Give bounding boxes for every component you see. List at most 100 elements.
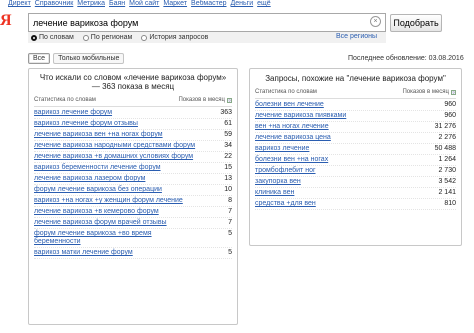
impressions-count: 15 [224,164,232,171]
nav-link-money[interactable]: Деньги [231,0,254,8]
impressions-count: 2 141 [438,189,456,196]
column-headers: Статистика по словам Показов в месяц ? [34,97,232,107]
table-row: варикоз лечение форум отзывы 61 [34,119,232,130]
nav-link-metrika[interactable]: Метрика [77,0,105,8]
impressions-count: 31 276 [434,123,456,130]
table-row: лечение варикоза +в кемерово форум 7 [34,207,232,218]
clear-icon[interactable]: × [370,16,381,27]
column-header-count-wrap: Показов в месяц ? [178,97,232,103]
nav-link-my-site[interactable]: Мой сайт [129,0,159,8]
nav-link-direct[interactable]: Директ [8,0,31,8]
query-link[interactable]: лечение варикоза цена [255,134,331,142]
impressions-count: 1 264 [438,156,456,163]
table-row: лечение варикоза лазером форум 13 [34,174,232,185]
nav-link-directory[interactable]: Справочник [35,0,74,8]
query-link[interactable]: варикоз матки лечение форум [34,249,133,257]
query-link[interactable]: варикоз лечение [255,145,309,153]
table-row: варикоз лечение форум 363 [34,108,232,119]
impressions-count: 5 [228,249,232,256]
query-link[interactable]: варикоз беременности лечение форум [34,164,161,172]
query-link[interactable]: клиника вен [255,189,294,197]
query-link[interactable]: закупорка вен [255,178,301,186]
device-tabs: Все Только мобильные [28,53,125,64]
panel-title: Что искали со словом «лечение варикоза ф… [39,73,227,91]
table-row: болезни вен +на ногах 1 264 [255,155,456,166]
tab-all[interactable]: Все [28,53,51,64]
table-row: варикоз матки лечение форум 5 [34,248,232,259]
table-row: лечение варикоза народными средствами фо… [34,141,232,152]
query-link[interactable]: лечение варикоза +в домашних условиях фо… [34,153,193,161]
radio-query-history[interactable]: История запросов [141,34,208,41]
impressions-count: 10 [224,186,232,193]
nav-link-market[interactable]: Маркет [163,0,187,8]
tab-mobile-only[interactable]: Только мобильные [53,53,125,64]
column-header-count: Показов в месяц [402,89,449,95]
query-link[interactable]: тромбофлебит ног [255,167,316,175]
table-row: лечение варикоза +в домашних условиях фо… [34,152,232,163]
query-link[interactable]: средства +для вен [255,200,316,208]
impressions-count: 7 [228,208,232,215]
column-headers: Статистика по словам Показов в месяц ? [255,89,456,99]
submit-button[interactable]: Подобрать [390,14,442,32]
impressions-count: 13 [224,175,232,182]
impressions-count: 22 [224,153,232,160]
radio-label: По регионам [90,34,133,41]
all-regions-link[interactable]: Все регионы [336,33,377,40]
column-header-query: Статистика по словам [255,89,317,95]
similar-queries-list: болезни вен лечение 960 лечение варикоза … [255,100,456,210]
search-mode-options: По словам По регионам История запросов [28,32,386,43]
radio-label: История запросов [149,34,209,41]
query-link[interactable]: лечение варикоза народными средствами фо… [34,142,195,150]
table-row: лечение варикоза форум врачей отзывы 7 [34,218,232,229]
last-update-text: Последнее обновление: 03.08.2016 [348,55,464,62]
column-header-count: Показов в месяц [178,97,225,103]
query-link[interactable]: болезни вен +на ногах [255,156,328,164]
query-link[interactable]: варикоз лечение форум [34,109,112,117]
nav-link-more[interactable]: ещё [257,0,271,8]
impressions-count: 61 [224,120,232,127]
impressions-count: 34 [224,142,232,149]
impressions-count: 7 [228,219,232,226]
table-row: средства +для вен 810 [255,199,456,210]
radio-label: По словам [39,34,74,41]
table-row: форум лечение варикоза без операции 10 [34,185,232,196]
query-link[interactable]: лечение варикоза форум врачей отзывы [34,219,167,227]
word-stats-panel: Что искали со словом «лечение варикоза ф… [28,68,238,325]
impressions-count: 5 [228,230,232,237]
query-link[interactable]: болезни вен лечение [255,101,324,109]
impressions-count: 810 [444,200,456,207]
nav-link-webmaster[interactable]: Вебмастер [191,0,226,8]
table-row: лечение варикоза пиявками 960 [255,111,456,122]
search-input[interactable] [29,14,359,31]
radio-by-words[interactable]: По словам [31,34,74,41]
impressions-count: 59 [224,131,232,138]
column-header-count-wrap: Показов в месяц ? [402,89,456,95]
table-row: болезни вен лечение 960 [255,100,456,111]
help-icon[interactable]: ? [227,97,232,103]
query-link[interactable]: вен +на ногах лечение [255,123,329,131]
query-link[interactable]: лечение варикоза лазером форум [34,175,145,183]
radio-empty-icon [82,34,89,41]
impressions-count: 8 [228,197,232,204]
table-row: лечение варикоза вен +на ногах форум 59 [34,130,232,141]
query-link[interactable]: лечение варикоза +в кемерово форум [34,208,159,216]
query-link[interactable]: варикоз +на ногах +у женщин форум лечени… [34,197,183,205]
impressions-count: 3 542 [438,178,456,185]
table-row: варикоз лечение 50 488 [255,144,456,155]
impressions-count: 50 488 [434,145,456,152]
radio-by-regions[interactable]: По регионам [82,34,133,41]
query-link[interactable]: форум лечение варикоза без операции [34,186,162,194]
impressions-count: 2 276 [438,134,456,141]
impressions-count: 960 [444,101,456,108]
nav-link-bayan[interactable]: Баян [109,0,125,8]
query-link[interactable]: лечение варикоза пиявками [255,112,346,120]
yandex-logo[interactable]: Я [0,13,22,29]
help-icon[interactable]: ? [451,89,456,95]
query-link[interactable]: варикоз лечение форум отзывы [34,120,138,128]
word-stats-list: варикоз лечение форум 363 варикоз лечение… [34,108,232,259]
table-row: форум лечение варикоза +во время беремен… [34,229,232,248]
table-row: варикоз беременности лечение форум 15 [34,163,232,174]
query-link[interactable]: лечение варикоза вен +на ногах форум [34,131,163,139]
impressions-count: 2 730 [438,167,456,174]
query-link[interactable]: форум лечение варикоза +во время беремен… [34,230,199,246]
